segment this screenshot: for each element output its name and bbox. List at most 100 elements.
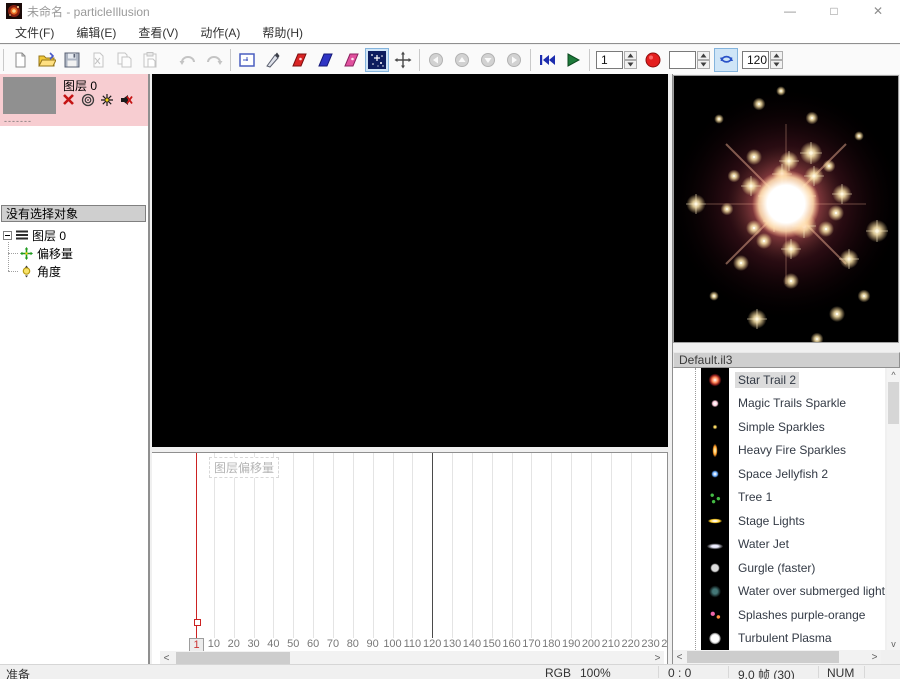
loop-up-arrow[interactable]: [770, 50, 783, 60]
current-frame-value[interactable]: 1: [596, 50, 623, 69]
layer-strip[interactable]: 图层 0 -------: [0, 74, 148, 126]
library-header[interactable]: Default.il3: [673, 352, 900, 368]
maximize-button[interactable]: □: [812, 0, 856, 22]
save-project-button[interactable]: [60, 48, 84, 72]
tree-item-offset[interactable]: 偏移量: [0, 244, 148, 262]
menu-item[interactable]: 查看(V): [127, 24, 189, 41]
library-item[interactable]: Magic Trails Sparkle: [673, 391, 885, 415]
new-project-button[interactable]: [8, 48, 32, 72]
frame-tick-label[interactable]: 1: [189, 638, 204, 651]
red-flag-button[interactable]: [287, 48, 311, 72]
play-button[interactable]: [561, 48, 585, 72]
library-item-label[interactable]: Magic Trails Sparkle: [735, 395, 849, 411]
library-item-label[interactable]: Space Jellyfish 2: [735, 466, 831, 482]
frame-tick-label[interactable]: 90: [362, 638, 384, 650]
library-item[interactable]: Gurgle (faster): [673, 556, 885, 580]
frame-tick-label[interactable]: 150: [481, 638, 503, 650]
frame-tick-label[interactable]: 210: [600, 638, 622, 650]
frame-tick-label[interactable]: 180: [540, 638, 562, 650]
blue-flag-button[interactable]: [313, 48, 337, 72]
tree-item-layer[interactable]: 图层 0: [0, 226, 148, 244]
record-up-arrow[interactable]: [697, 50, 710, 60]
layer-motionblur-icon[interactable]: [80, 92, 95, 107]
frame-tick-label[interactable]: 30: [243, 638, 265, 650]
library-item-label[interactable]: Simple Sparkles: [735, 419, 828, 435]
library-item-thumbnail[interactable]: [701, 415, 729, 439]
scroll-right-icon[interactable]: >: [868, 651, 881, 664]
scroll-left-icon[interactable]: <: [673, 651, 686, 664]
library-item-label[interactable]: Gurgle (faster): [735, 560, 818, 576]
current-frame-spinner[interactable]: 1: [596, 50, 637, 69]
scroll-up-icon[interactable]: ^: [887, 368, 900, 381]
move-tool-button[interactable]: [391, 48, 415, 72]
record-button[interactable]: [641, 48, 665, 72]
library-item-thumbnail[interactable]: [701, 509, 729, 533]
frame-tick-label[interactable]: 100: [382, 638, 404, 650]
library-item[interactable]: Tree 1: [673, 485, 885, 509]
library-item-thumbnail[interactable]: [701, 603, 729, 627]
frame-down-arrow[interactable]: [624, 59, 637, 69]
frame-tick-label[interactable]: 110: [401, 638, 423, 650]
record-frame-value[interactable]: [669, 50, 696, 69]
stage-view-button[interactable]: [235, 48, 259, 72]
frame-up-arrow[interactable]: [624, 50, 637, 60]
library-item[interactable]: Turbulent Plasma: [673, 626, 885, 650]
library-item-thumbnail[interactable]: [701, 462, 729, 486]
frame-tick-label[interactable]: 230: [640, 638, 662, 650]
library-item-thumbnail[interactable]: [701, 626, 729, 650]
layer-visibility-icon[interactable]: [99, 92, 114, 107]
open-project-button[interactable]: [34, 48, 58, 72]
library-item[interactable]: Stage Lights: [673, 509, 885, 533]
library-vscroll-thumb[interactable]: [888, 382, 899, 424]
menu-item[interactable]: 编辑(E): [65, 24, 127, 41]
layer-thumbnail[interactable]: [3, 77, 56, 114]
frame-tick-label[interactable]: 70: [322, 638, 344, 650]
library-item-thumbnail[interactable]: [701, 579, 729, 603]
frame-tick-label[interactable]: 80: [342, 638, 364, 650]
library-item[interactable]: Water Jet: [673, 532, 885, 556]
scroll-right-icon[interactable]: >: [651, 652, 664, 665]
library-item-label[interactable]: Turbulent Plasma: [735, 630, 835, 646]
playhead-line[interactable]: [196, 453, 197, 638]
library-item-label[interactable]: Stage Lights: [735, 513, 808, 529]
stage-canvas[interactable]: [152, 74, 668, 447]
layer-mute-icon[interactable]: [118, 92, 133, 107]
library-item-label[interactable]: Tree 1: [735, 489, 775, 505]
tree-item-angle[interactable]: 角度: [0, 262, 148, 280]
record-frame-spinner[interactable]: [669, 50, 710, 69]
library-item-thumbnail[interactable]: [701, 556, 729, 580]
frame-tick-label[interactable]: 20: [223, 638, 245, 650]
loop-down-arrow[interactable]: [770, 59, 783, 69]
frame-tick-label[interactable]: 170: [520, 638, 542, 650]
collapse-icon[interactable]: [3, 230, 12, 240]
frame-tick-label[interactable]: 120: [421, 638, 443, 650]
library-item-label[interactable]: Heavy Fire Sparkles: [735, 442, 849, 458]
frame-tick-label[interactable]: 130: [441, 638, 463, 650]
minimize-button[interactable]: —: [768, 0, 812, 22]
library-item-label[interactable]: Water over submerged light, c: [735, 583, 885, 599]
library-item-label[interactable]: Star Trail 2: [735, 371, 800, 388]
library-item-thumbnail[interactable]: [701, 485, 729, 509]
library-item-thumbnail[interactable]: [701, 391, 729, 415]
library-item[interactable]: Space Jellyfish 2: [673, 462, 885, 486]
library-item-label[interactable]: Splashes purple-orange: [735, 607, 868, 623]
frame-tick-label[interactable]: 200: [580, 638, 602, 650]
library-item[interactable]: Star Trail 2: [673, 368, 885, 392]
library-item-thumbnail[interactable]: [701, 368, 729, 392]
layer-delete-icon[interactable]: [61, 92, 76, 107]
loop-end-value[interactable]: 120: [742, 50, 769, 69]
library-item-thumbnail[interactable]: [701, 532, 729, 556]
library-item-label[interactable]: Water Jet: [735, 536, 792, 552]
knife-tool-button[interactable]: [261, 48, 285, 72]
scroll-down-icon[interactable]: v: [887, 637, 900, 650]
pink-flag-button[interactable]: [339, 48, 363, 72]
particle-mode-button[interactable]: [365, 47, 389, 72]
menu-item[interactable]: 文件(F): [4, 24, 65, 41]
library-hscroll-thumb[interactable]: [687, 651, 839, 663]
loop-playback-button[interactable]: [714, 47, 738, 72]
library-item-thumbnail[interactable]: [701, 438, 729, 462]
menu-item[interactable]: 帮助(H): [251, 24, 314, 41]
frame-tick-label[interactable]: 40: [262, 638, 284, 650]
frame-tick-label[interactable]: 140: [461, 638, 483, 650]
timeline-ruler[interactable]: 1 10 20 30 40 50 60 70 80 90 100 110 120 130 140 150 160…: [152, 638, 667, 651]
